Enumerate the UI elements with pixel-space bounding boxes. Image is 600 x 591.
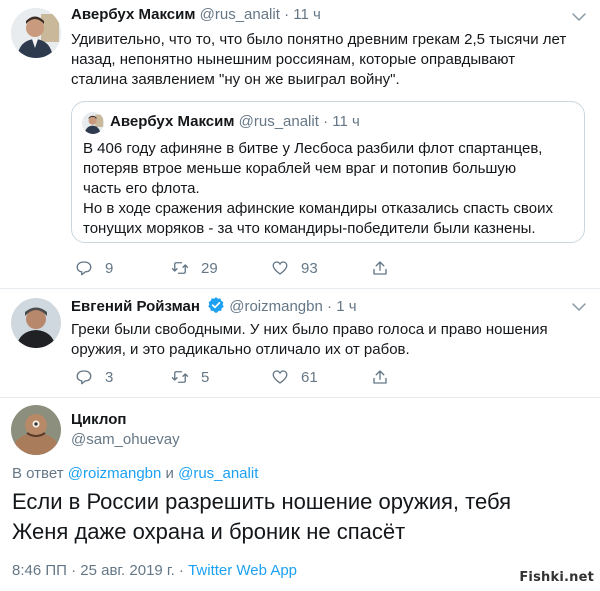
author-name[interactable]: Евгений Ройзман	[71, 298, 200, 315]
tweet-text: Удивительно, что то, что было понятно др…	[71, 31, 567, 88]
like-count: 93	[301, 259, 318, 277]
tweet-text: Греки были свободными. У них было право …	[71, 321, 548, 358]
reply-count: 3	[105, 368, 114, 386]
retweet-count: 29	[201, 259, 218, 277]
reply-icon	[76, 261, 92, 276]
avatar[interactable]	[11, 405, 61, 455]
tweet-time[interactable]: 1 ч	[336, 298, 356, 315]
chevron-down-icon[interactable]	[570, 8, 588, 26]
avatar[interactable]	[11, 298, 61, 348]
share-button[interactable]	[371, 258, 389, 278]
watermark: Fishki.net	[519, 570, 594, 585]
like-icon	[272, 370, 288, 384]
author-handle[interactable]: @rus_analit	[200, 6, 280, 23]
author-handle[interactable]: @roizmangbn	[229, 298, 323, 315]
like-count: 61	[301, 368, 318, 386]
share-icon	[373, 370, 387, 384]
tweet-2-actions: 3 5 61	[75, 367, 395, 387]
retweet-button[interactable]: 29	[171, 258, 218, 278]
tweet-time[interactable]: 11 ч	[293, 6, 321, 23]
author-name[interactable]: Авербух Максим	[71, 6, 195, 23]
quote-text: В 406 году афиняне в битве у Лесбоса раз…	[83, 140, 553, 237]
author-name[interactable]: Циклоп	[71, 411, 126, 428]
tweet-1-actions: 9 29 93	[75, 258, 395, 278]
tweet-meta: 8:46 ПП · 25 авг. 2019 г. · Twitter Web …	[12, 562, 297, 579]
tweet-header: Циклоп	[71, 411, 126, 428]
reply-user-link[interactable]: @rus_analit	[178, 465, 258, 482]
author-handle[interactable]: @sam_ohuevay	[71, 431, 180, 448]
quote-author-handle: @rus_analit	[238, 113, 319, 130]
divider	[0, 397, 600, 398]
quote-header: Авербух Максим @rus_analit · 11 ч	[110, 113, 360, 130]
retweet-icon	[171, 371, 189, 383]
quoted-tweet[interactable]: Авербух Максим @rus_analit · 11 ч В 406 …	[71, 101, 585, 243]
reply-user-link[interactable]: @roizmangbn	[68, 465, 162, 482]
quote-time: 11 ч	[332, 113, 360, 130]
retweet-icon	[171, 262, 189, 274]
reply-button[interactable]: 9	[75, 258, 113, 278]
tweet-header: Евгений Ройзман @roizmangbn · 1 ч	[71, 297, 357, 315]
share-button[interactable]	[371, 367, 389, 387]
main-tweet-text: Если в России разрешить ношение оружия, …	[12, 489, 511, 544]
verified-icon	[208, 297, 224, 313]
timestamp[interactable]: 8:46 ПП · 25 авг. 2019 г. ·	[12, 562, 184, 579]
retweet-count: 5	[201, 368, 210, 386]
quote-author-name: Авербух Максим	[110, 113, 235, 130]
chevron-down-icon[interactable]	[570, 298, 588, 316]
reply-count: 9	[105, 259, 114, 277]
like-button[interactable]: 93	[271, 258, 318, 278]
source-app-link[interactable]: Twitter Web App	[188, 562, 297, 579]
reply-icon	[76, 370, 92, 385]
tweet-header: Авербух Максим @rus_analit · 11 ч	[71, 6, 321, 23]
tweet-subheader: @sam_ohuevay	[71, 431, 180, 448]
divider	[0, 288, 600, 289]
like-button[interactable]: 61	[271, 367, 318, 387]
retweet-button[interactable]: 5	[171, 367, 209, 387]
avatar[interactable]	[11, 8, 61, 58]
reply-context: В ответ @roizmangbn и @rus_analit	[12, 465, 259, 482]
like-icon	[272, 261, 288, 275]
reply-button[interactable]: 3	[75, 367, 113, 387]
share-icon	[373, 261, 387, 275]
avatar	[82, 112, 104, 134]
